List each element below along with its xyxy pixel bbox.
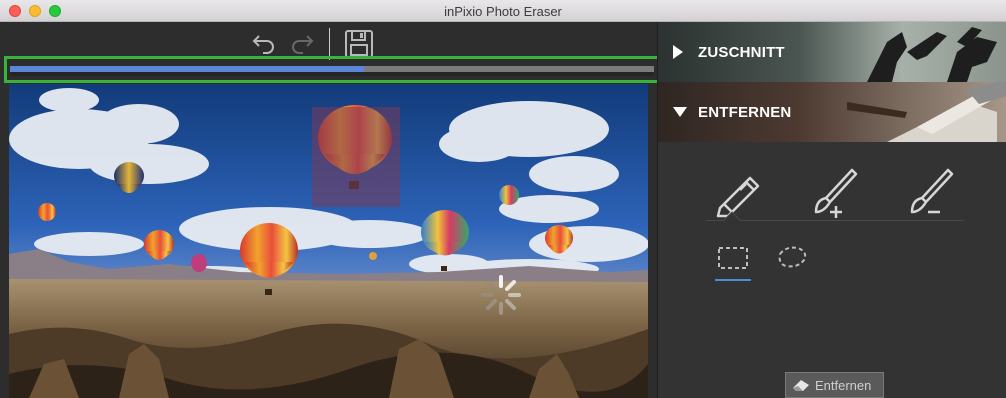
tools-divider bbox=[706, 220, 964, 221]
remove-button[interactable]: Entfernen bbox=[785, 372, 884, 398]
remove-button-label: Entfernen bbox=[815, 378, 872, 393]
section-zuschnitt[interactable]: ZUSCHNITT bbox=[658, 22, 1006, 82]
section-entfernen[interactable]: ENTFERNEN bbox=[658, 82, 1006, 142]
editor-area bbox=[0, 22, 660, 398]
app-window: inPixio Photo Eraser ZUSCHNITT ENTFERNEN… bbox=[0, 0, 1006, 398]
chevron-down-icon bbox=[673, 107, 687, 117]
hands-frame-image bbox=[867, 27, 997, 82]
marker-tool-icon[interactable] bbox=[710, 164, 766, 220]
section-label-zuschnitt: ZUSCHNITT bbox=[698, 44, 785, 61]
rectangle-select-icon[interactable] bbox=[713, 242, 753, 274]
active-selection-underline bbox=[715, 279, 751, 281]
save-icon[interactable] bbox=[344, 29, 374, 59]
brush-plus-icon[interactable] bbox=[806, 164, 862, 220]
undo-icon[interactable] bbox=[251, 30, 277, 56]
redo-icon[interactable] bbox=[289, 30, 315, 56]
lasso-select-icon[interactable] bbox=[772, 242, 812, 274]
brush-minus-icon[interactable] bbox=[902, 164, 958, 220]
photo-canvas[interactable] bbox=[9, 84, 648, 398]
title-bar: inPixio Photo Eraser bbox=[0, 0, 1006, 22]
progress-bar-shadow bbox=[10, 72, 654, 76]
side-panel: ZUSCHNITT ENTFERNEN Entfernen bbox=[657, 22, 1006, 398]
eraser-icon bbox=[793, 380, 809, 391]
removal-tools: Entfernen bbox=[658, 142, 1006, 398]
window-title: inPixio Photo Eraser bbox=[444, 4, 562, 19]
chevron-right-icon bbox=[673, 45, 683, 59]
eraser-pencil-image bbox=[847, 82, 1006, 142]
section-label-entfernen: ENTFERNEN bbox=[698, 104, 792, 121]
progress-highlight-box bbox=[4, 56, 660, 83]
